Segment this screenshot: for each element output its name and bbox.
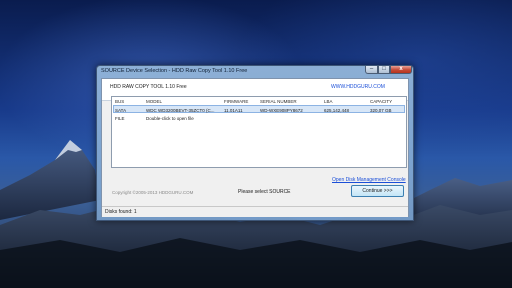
cell-serial: WD-WXE908PY8672: [260, 107, 303, 113]
source-device-selection-window: SOURCE Device Selection - HDD Raw Copy T…: [96, 65, 414, 221]
cell-model: Double-click to open file: [146, 115, 194, 121]
disks-found-text: Disks found: 1: [105, 209, 137, 215]
window-title: SOURCE Device Selection - HDD Raw Copy T…: [101, 68, 248, 74]
status-message: Please select SOURCE: [238, 189, 291, 195]
app-title: HDD RAW COPY TOOL 1.10 Free: [110, 84, 187, 90]
cell-model: WDC WD3200BEVT-35ZCT0 (C...: [146, 107, 215, 113]
desktop-wallpaper: SOURCE Device Selection - HDD Raw Copy T…: [0, 0, 512, 288]
column-header-firmware[interactable]: FIRMWARE: [224, 98, 248, 105]
close-button[interactable]: x: [390, 66, 412, 74]
column-header-bus[interactable]: BUS: [115, 98, 124, 105]
column-header-model[interactable]: MODEL: [146, 98, 162, 105]
cell-capacity: 320,07 GB: [370, 107, 392, 113]
maximize-button[interactable]: □: [378, 66, 390, 74]
continue-button[interactable]: Continue >>>: [351, 185, 404, 197]
cell-firmware: 11.01A11: [224, 107, 243, 113]
device-list[interactable]: BUS MODEL FIRMWARE SERIAL NUMBER LBA CAP…: [111, 96, 407, 168]
window-client-area: HDD RAW COPY TOOL 1.10 Free WWW.HDDGURU.…: [101, 78, 409, 217]
close-icon: x: [399, 66, 403, 72]
column-header-capacity[interactable]: CAPACITY: [370, 98, 392, 105]
copyright-text: Copyright ©2005-2013 HDDGURU.COM: [112, 190, 194, 195]
cell-bus: FILE: [115, 115, 125, 121]
cell-bus: SATA: [115, 107, 127, 113]
device-row-sata[interactable]: SATA WDC WD3200BEVT-35ZCT0 (C... 11.01A1…: [113, 105, 405, 113]
device-row-file[interactable]: FILE Double-click to open file: [113, 114, 405, 122]
column-header-serial-number[interactable]: SERIAL NUMBER: [260, 98, 297, 105]
column-header-lba[interactable]: LBA: [324, 98, 333, 105]
open-disk-management-link[interactable]: Open Disk Management Console: [332, 177, 406, 184]
cell-lba: 625,142,448: [324, 107, 350, 113]
titlebar[interactable]: SOURCE Device Selection - HDD Raw Copy T…: [97, 66, 413, 78]
status-bar: Disks found: 1: [102, 206, 408, 217]
minimize-icon: –: [369, 66, 374, 72]
maximize-icon: □: [382, 66, 386, 72]
website-link[interactable]: WWW.HDDGURU.COM: [331, 84, 385, 91]
minimize-button[interactable]: –: [365, 66, 378, 74]
